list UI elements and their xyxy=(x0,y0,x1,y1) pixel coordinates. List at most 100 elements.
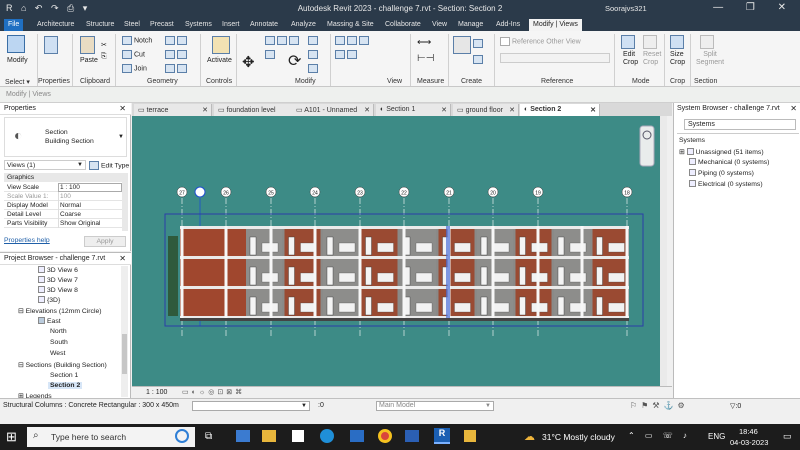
close-icon[interactable]: ✕ xyxy=(790,104,797,113)
notifications-icon[interactable]: ▭ xyxy=(783,431,792,442)
pin-icon[interactable] xyxy=(308,64,320,73)
size-crop-icon[interactable] xyxy=(670,35,684,49)
paste-icon[interactable] xyxy=(80,36,95,54)
dimension-icon[interactable]: ⊢⊣ xyxy=(417,53,434,64)
create-similar-icon[interactable] xyxy=(473,55,485,64)
system-item-piping[interactable]: Piping (0 systems) xyxy=(689,169,754,177)
edit-crop-button[interactable]: Edit Crop xyxy=(623,51,638,67)
prop-row-parts-visibility[interactable]: Parts Visibility Show Original xyxy=(4,219,122,228)
clock-date[interactable]: 04-03-2023 xyxy=(730,438,768,447)
system-item-electrical[interactable]: Electrical (0 systems) xyxy=(689,180,763,188)
wall-join-icon[interactable] xyxy=(165,64,189,73)
join-button[interactable]: Join xyxy=(122,64,147,73)
tree-item-east[interactable]: East xyxy=(38,317,61,325)
revit-icon[interactable]: R xyxy=(434,428,450,444)
tray-icons[interactable]: ⌃ ▭ ☏ ♪ xyxy=(628,431,691,440)
system-item-mechanical[interactable]: Mechanical (0 systems) xyxy=(689,158,769,166)
reference-other-view-checkbox[interactable]: Reference Other View xyxy=(500,37,581,46)
tab-modify-views[interactable]: Modify | Views xyxy=(529,19,582,31)
cut-button[interactable]: Cut xyxy=(122,50,145,59)
tab-architecture[interactable]: Architecture xyxy=(33,19,78,31)
split-segment-button[interactable]: Split Segment xyxy=(696,51,724,67)
tree-item-north[interactable]: North xyxy=(50,328,67,335)
media-app-icon[interactable] xyxy=(236,430,250,442)
file-explorer-icon[interactable] xyxy=(262,430,276,442)
user-name[interactable]: Soorajvs321 xyxy=(605,4,647,13)
close-icon[interactable]: ✕ xyxy=(364,106,370,114)
weather-text[interactable]: 31°C Mostly cloudy xyxy=(542,432,615,442)
tree-item-3d-view-7[interactable]: 3D View 7 xyxy=(38,276,78,284)
tab-steel[interactable]: Steel xyxy=(120,19,144,31)
tree-item-south[interactable]: South xyxy=(50,339,68,346)
windows-start-icon[interactable]: ⊞ xyxy=(6,429,17,445)
tab-analyze[interactable]: Analyze xyxy=(287,19,320,31)
tab-view[interactable]: View xyxy=(428,19,451,31)
modify-arrow-icon[interactable] xyxy=(7,35,25,53)
split-segment-icon[interactable] xyxy=(700,35,714,49)
clock-time[interactable]: 18:46 xyxy=(739,427,758,436)
canvas-scrollbar[interactable] xyxy=(660,116,667,386)
collapse-icon[interactable]: ⊟ xyxy=(18,308,26,315)
align-icon[interactable] xyxy=(265,36,301,45)
close-icon[interactable]: ✕ xyxy=(509,106,515,114)
reset-crop-icon[interactable] xyxy=(643,35,657,49)
edit-type-button[interactable]: Edit Type xyxy=(89,161,129,170)
browser-scrollbar[interactable] xyxy=(121,266,128,397)
paste-button[interactable]: Paste xyxy=(80,57,98,64)
drawing-canvas[interactable]: 27 26 25 24 23 22 21 20 19 18 xyxy=(132,116,667,386)
design-option-dropdown[interactable]: Main Model ▼ xyxy=(376,401,494,411)
measure-icon[interactable]: ⟷ xyxy=(417,37,431,48)
view-tab-section-2[interactable]: ◐ Section 2 ✕ xyxy=(520,104,600,116)
tab-precast[interactable]: Precast xyxy=(146,19,178,31)
apply-button[interactable]: Apply xyxy=(84,236,126,247)
reset-crop-button[interactable]: Reset Crop xyxy=(643,51,661,67)
tree-node-elevations[interactable]: ⊟ Elevations (12mm Circle) xyxy=(18,307,102,315)
weather-icon[interactable]: ☁ xyxy=(524,430,535,443)
move-icon[interactable]: ✥ xyxy=(242,53,255,71)
split-icon[interactable] xyxy=(308,50,320,59)
tree-item-3d-view-6[interactable]: 3D View 6 xyxy=(38,266,78,274)
view-tab-foundation-level[interactable]: ▭ foundation level✕ xyxy=(214,104,304,116)
prop-row-display-model[interactable]: Display Model Normal xyxy=(4,201,122,210)
tab-systems[interactable]: Systems xyxy=(181,19,216,31)
tab-add-ins[interactable]: Add-Ins xyxy=(492,19,524,31)
system-item-unassigned[interactable]: ⊞ Unassigned (51 items) xyxy=(679,148,764,156)
group-select[interactable]: Select ▾ xyxy=(5,78,30,86)
geometry-tools-icon[interactable] xyxy=(165,36,189,45)
tab-insert[interactable]: Insert xyxy=(218,19,244,31)
trim-icon[interactable] xyxy=(308,36,320,45)
view-tab-ground-floor[interactable]: ▭ ground floor ✕ xyxy=(453,104,519,116)
modify-button[interactable]: Modify xyxy=(7,57,28,64)
size-crop-button[interactable]: Size Crop xyxy=(670,51,685,67)
tab-structure[interactable]: Structure xyxy=(82,19,118,31)
collapse-icon[interactable]: ⊟ xyxy=(18,362,26,369)
close-icon[interactable]: ✕ xyxy=(202,106,208,114)
tree-item-3d[interactable]: {3D} xyxy=(38,296,60,304)
close-icon[interactable]: ✕ xyxy=(590,106,596,114)
scrollbar-thumb[interactable] xyxy=(122,334,127,374)
selection-filters-icons[interactable]: ⚐⚑⚒⚓⚙ xyxy=(630,401,689,410)
tab-collaborate[interactable]: Collaborate xyxy=(381,19,425,31)
view-tab-section-1[interactable]: ◐ Section 1 ✕ xyxy=(376,104,451,116)
tree-item-west[interactable]: West xyxy=(50,350,65,357)
notch-button[interactable]: Notch xyxy=(122,36,152,45)
expand-icon[interactable]: ⊞ xyxy=(679,149,687,156)
close-icon[interactable]: ✕ xyxy=(441,106,447,114)
view-cube[interactable] xyxy=(639,125,655,167)
properties-icon[interactable] xyxy=(44,36,58,54)
workset-dropdown[interactable]: ▼ xyxy=(192,401,310,411)
tree-item-section-1[interactable]: Section 1 xyxy=(50,372,78,379)
views-instance-selector[interactable]: Views (1) ▼ xyxy=(4,160,86,170)
close-icon[interactable]: ✕ xyxy=(119,254,126,263)
offset-icon[interactable] xyxy=(265,50,277,59)
prop-row-view-scale[interactable]: View Scale 1 : 100 xyxy=(4,183,122,192)
reference-view-dropdown[interactable] xyxy=(500,53,610,63)
view-controls-icons[interactable]: ▭◐☼◎⊡⊠⌘ xyxy=(182,388,245,396)
mail-icon[interactable] xyxy=(350,430,364,442)
graphics-section-header[interactable]: Graphics xyxy=(4,173,122,182)
view-tab-a101[interactable]: ▭ A101 - Unnamed ✕ xyxy=(292,104,374,116)
language-indicator[interactable]: ENG xyxy=(708,432,725,441)
chrome-icon[interactable] xyxy=(378,429,392,443)
rotate-icon[interactable]: ⟳ xyxy=(288,51,301,71)
tab-manage[interactable]: Manage xyxy=(454,19,487,31)
